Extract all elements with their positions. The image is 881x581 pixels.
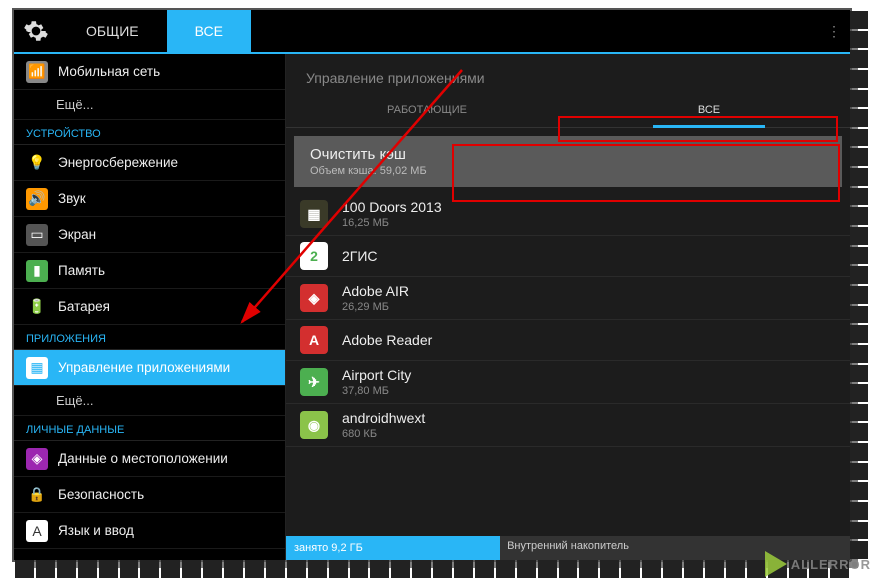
sidebar-item-label: Батарея [58,299,110,314]
app-icon: ✈ [300,368,328,396]
sidebar-item-language[interactable]: A Язык и ввод [14,513,285,549]
sidebar-item-backup[interactable]: ↻ Восстановление и сброс [14,549,285,560]
sidebar-item-label: Язык и ввод [58,523,134,538]
sidebar-item-label: Безопасность [58,487,144,502]
app-name: Adobe AIR [342,283,409,299]
app-icon: 2 [300,242,328,270]
sidebar-item-label: Экран [58,227,96,242]
app-icon: ◉ [300,411,328,439]
sidebar-more-1[interactable]: Ещё... [14,90,285,120]
clear-cache-button[interactable]: Очистить кэш Объем кэша: 59,02 МБ [294,136,842,187]
tab-all[interactable]: ВСЕ [167,10,251,52]
subtab-running[interactable]: РАБОТАЮЩИЕ [286,96,568,127]
app-row[interactable]: ◉ androidhwext 680 КБ [286,404,850,447]
app-icon: ◈ [300,284,328,312]
app-size: 26,29 МБ [342,301,409,313]
speaker-icon: 🔊 [26,188,48,210]
section-personal: ЛИЧНЫЕ ДАННЫЕ [14,416,285,441]
app-row[interactable]: ▦ 100 Doors 2013 16,25 МБ [286,193,850,236]
app-name: androidhwext [342,410,425,426]
tab-general[interactable]: ОБЩИЕ [58,10,167,52]
section-device: УСТРОЙСТВО [14,120,285,145]
play-logo-icon [765,551,787,577]
screen-icon: ▭ [26,224,48,246]
settings-sidebar: 📶 Мобильная сеть Ещё... УСТРОЙСТВО 💡 Эне… [14,54,286,560]
app-icon: A [300,326,328,354]
lock-icon: 🔒 [26,484,48,506]
apps-content-panel: Управление приложениями РАБОТАЮЩИЕ ВСЕ О… [286,54,850,560]
settings-gear-icon [14,9,58,53]
sidebar-item-mobile-network[interactable]: 📶 Мобильная сеть [14,54,285,90]
app-subtabs: РАБОТАЮЩИЕ ВСЕ [286,96,850,128]
watermark-text: ALLERROR [791,557,871,572]
watermark: ALLERROR [765,551,871,577]
sidebar-item-security[interactable]: 🔒 Безопасность [14,477,285,513]
torn-edge-right [850,10,868,560]
sidebar-item-energy[interactable]: 💡 Энергосбережение [14,145,285,181]
location-icon: ◈ [26,448,48,470]
app-row[interactable]: 2 2ГИС [286,236,850,277]
sidebar-item-manage-apps[interactable]: ▦ Управление приложениями [14,350,285,386]
app-name: 100 Doors 2013 [342,199,442,215]
app-size: 37,80 МБ [342,385,411,397]
app-icon: ▦ [300,200,328,228]
app-name: Airport City [342,367,411,383]
section-apps: ПРИЛОЖЕНИЯ [14,325,285,350]
content-title: Управление приложениями [286,54,850,96]
app-list[interactable]: ▦ 100 Doors 2013 16,25 МБ 2 2ГИС ◈ Adobe AIR 26… [286,193,850,536]
sidebar-item-memory[interactable]: ▮ Память [14,253,285,289]
battery-icon: 🔋 [26,296,48,318]
sidebar-item-label: Энергосбережение [58,155,178,170]
language-icon: A [26,520,48,542]
sidebar-item-screen[interactable]: ▭ Экран [14,217,285,253]
subtab-all[interactable]: ВСЕ [568,96,850,127]
app-size: 680 КБ [342,428,425,440]
sidebar-item-battery[interactable]: 🔋 Батарея [14,289,285,325]
app-name: 2ГИС [342,248,378,264]
sd-card-icon: ▮ [26,260,48,282]
torn-edge-bottom [14,560,850,578]
overflow-menu-icon[interactable]: ⋮ [818,9,850,53]
app-row[interactable]: A Adobe Reader [286,320,850,361]
sidebar-item-sound[interactable]: 🔊 Звук [14,181,285,217]
bulb-icon: 💡 [26,152,48,174]
sidebar-item-label: Данные о местоположении [58,451,228,466]
android-settings-window: ОБЩИЕ ВСЕ ⋮ 📶 Мобильная сеть Ещё... УСТР… [12,8,852,562]
sidebar-item-label: Мобильная сеть [58,64,160,79]
app-name: Adobe Reader [342,332,432,348]
header-bar: ОБЩИЕ ВСЕ ⋮ [14,10,850,54]
sidebar-item-label: Память [58,263,105,278]
apps-grid-icon: ▦ [26,357,48,379]
app-size: 16,25 МБ [342,217,442,229]
sidebar-item-label: Звук [58,191,86,206]
sidebar-more-2[interactable]: Ещё... [14,386,285,416]
clear-cache-title: Очистить кэш [310,146,826,163]
mobile-network-icon: 📶 [26,61,48,83]
sidebar-item-label: Управление приложениями [58,360,230,375]
app-row[interactable]: ◈ Adobe AIR 26,29 МБ [286,277,850,320]
app-row[interactable]: ✈ Airport City 37,80 МБ [286,361,850,404]
clear-cache-subtitle: Объем кэша: 59,02 МБ [310,165,826,177]
sidebar-item-location[interactable]: ◈ Данные о местоположении [14,441,285,477]
